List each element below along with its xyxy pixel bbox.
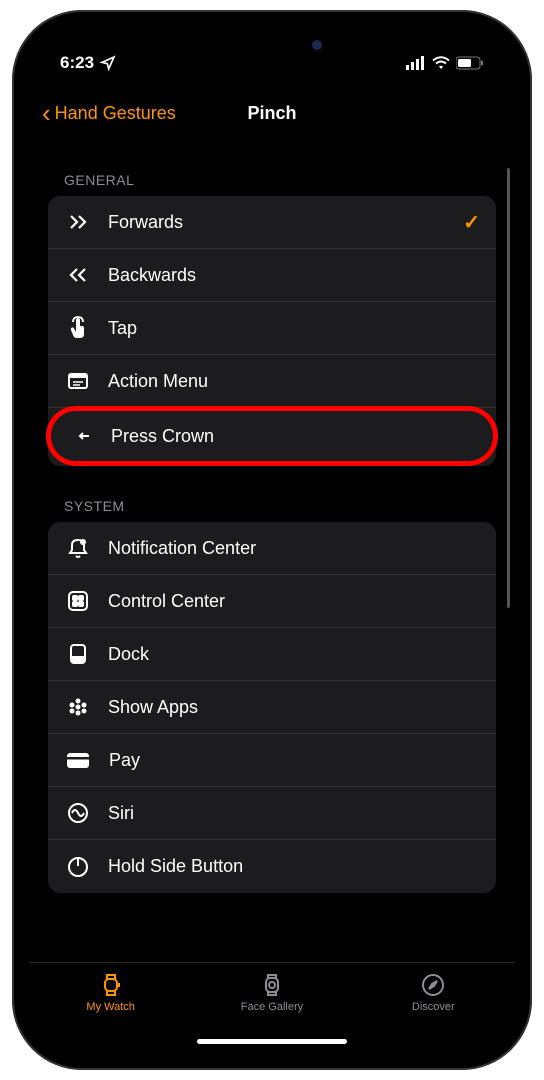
item-label: Show Apps [108,697,480,718]
tab-label: My Watch [86,1001,135,1013]
status-time: 6:23 [60,53,94,73]
watch-icon [97,971,125,999]
press-crown-icon [67,422,95,450]
list-item-dock[interactable]: Dock [48,628,496,681]
discover-icon [419,971,447,999]
item-label: Siri [108,803,480,824]
cellular-icon [406,56,426,70]
list-item-backwards[interactable]: Backwards [48,249,496,302]
list-item-pay[interactable]: Pay [48,734,496,787]
item-label: Action Menu [108,371,480,392]
control-center-icon [64,587,92,615]
list-item-press-crown[interactable]: Press Crown [46,406,498,466]
list-group: Forwards✓ Backwards Tap Action Menu Press Cr… [48,196,496,466]
item-label: Forwards [108,212,463,233]
item-label: Pay [108,750,480,771]
tab-face-gallery[interactable]: Face Gallery [222,971,322,1013]
chevron-left-icon: ‹ [42,98,51,129]
content-area[interactable]: GENERAL Forwards✓ Backwards Tap Action Menu P… [30,138,514,962]
list-item-forwards[interactable]: Forwards✓ [48,196,496,249]
apple-pay-icon [64,746,92,774]
section-header: GENERAL [64,172,496,188]
item-label: Press Crown [111,426,477,447]
nav-bar: ‹ Hand Gestures Pinch [30,88,514,138]
scroll-indicator[interactable] [507,168,510,608]
item-label: Backwards [108,265,480,286]
back-button[interactable]: ‹ Hand Gestures [42,98,176,129]
phone-screen: 6:23 [30,28,514,1052]
list-item-hold-side-button[interactable]: Hold Side Button [48,840,496,893]
location-icon [100,55,116,71]
item-label: Tap [108,318,480,339]
page-title: Pinch [247,103,296,124]
show-apps-icon [64,693,92,721]
checkmark-icon: ✓ [463,210,480,235]
dock-icon [64,640,92,668]
hold-side-icon [64,853,92,881]
list-item-siri[interactable]: Siri [48,787,496,840]
list-item-show-apps[interactable]: Show Apps [48,681,496,734]
list-item-control-center[interactable]: Control Center [48,575,496,628]
tab-label: Face Gallery [241,1001,303,1013]
list-group: Notification Center Control Center Dock Sho… [48,522,496,893]
item-label: Notification Center [108,538,480,559]
notification-icon [64,534,92,562]
backwards-icon [64,261,92,289]
tap-icon [64,314,92,342]
item-label: Hold Side Button [108,856,480,877]
list-item-tap[interactable]: Tap [48,302,496,355]
action-menu-icon [64,367,92,395]
notch [167,28,377,60]
status-right [406,56,484,70]
back-label: Hand Gestures [55,103,176,124]
wifi-icon [432,56,450,70]
list-item-action-menu[interactable]: Action Menu [48,355,496,408]
list-item-notification-center[interactable]: Notification Center [48,522,496,575]
tab-my-watch[interactable]: My Watch [61,971,161,1013]
item-label: Dock [108,644,480,665]
status-left: 6:23 [60,53,116,73]
item-label: Control Center [108,591,480,612]
phone-frame: 6:23 [12,10,532,1070]
battery-icon [456,56,484,70]
home-indicator[interactable] [197,1039,347,1044]
tab-label: Discover [412,1001,455,1013]
section-header: SYSTEM [64,498,496,514]
tab-discover[interactable]: Discover [383,971,483,1013]
siri-icon [64,799,92,827]
face-gallery-icon [258,971,286,999]
forwards-icon [64,208,92,236]
